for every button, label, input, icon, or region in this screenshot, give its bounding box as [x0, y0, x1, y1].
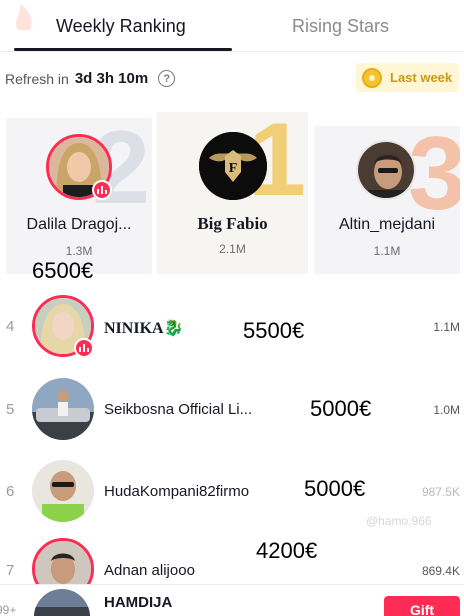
row-name: HAMDIJA [104, 594, 173, 611]
podium-first[interactable]: 1 F Big Fabio 2.1M [157, 112, 308, 274]
avatar-image [32, 460, 94, 522]
avatar-image [32, 378, 94, 440]
refresh-time: 3d 3h 10m [74, 70, 149, 87]
list-item[interactable]: 4 NINIKA🐉 1.1M [0, 288, 464, 366]
svg-text:F: F [229, 161, 238, 176]
avatar[interactable] [356, 140, 416, 200]
logo-crest-icon: F [199, 132, 267, 200]
podium-name: Dalila Dragoj... [26, 216, 132, 233]
row-score: 1.0M [433, 403, 460, 417]
live-icon [92, 180, 112, 200]
row-name: Seikbosna Official Li... [104, 401, 253, 418]
podium-second[interactable]: 2 Dalila Dragoj... 1.3M [6, 118, 152, 274]
tab-rising-stars[interactable]: Rising Stars [292, 16, 389, 37]
podium-name: Big Fabio [197, 214, 268, 233]
prize-overlay: 5000€ [310, 396, 372, 421]
tab-weekly-ranking[interactable]: Weekly Ranking [56, 16, 186, 37]
list-item[interactable]: 5 Seikbosna Official Li... 1.0M [0, 368, 464, 446]
flame-decoration-icon [16, 4, 32, 30]
row-score: 987.5K [421, 485, 460, 499]
watermark: @hamo.966 [366, 514, 432, 528]
avatar[interactable] [34, 589, 90, 616]
row-score: 1.1M [433, 320, 460, 334]
prize-overlay: 5500€ [243, 318, 305, 343]
row-name: HudaKompani82firmo [104, 483, 250, 500]
podium-name: Altin_mejdani [338, 216, 436, 233]
row-rank: 6 [6, 483, 15, 500]
row-name: Adnan alijooo [104, 562, 195, 579]
avatar[interactable] [32, 378, 94, 440]
podium-score: 1.1M [373, 244, 401, 258]
avatar[interactable] [32, 460, 94, 522]
prize-overlay: 4200€ [256, 538, 318, 563]
row-rank: 5 [6, 401, 15, 418]
podium-score: 2.1M [219, 242, 246, 256]
podium-third[interactable]: 3 Altin_mejdani 1.1M [314, 126, 460, 274]
prize-overlay: 5000€ [304, 476, 366, 501]
row-rank: 99+ [0, 603, 17, 616]
last-week-label: Last week [390, 70, 453, 85]
medal-icon [362, 67, 382, 88]
gift-button[interactable]: Gift [384, 596, 460, 616]
row-rank: 7 [6, 562, 15, 579]
podium-score: 1.3M [65, 244, 93, 258]
active-tab-indicator [14, 48, 232, 51]
live-icon [74, 338, 94, 358]
avatar-image [34, 589, 90, 616]
avatar[interactable]: F [199, 132, 267, 200]
help-icon[interactable]: ? [158, 70, 176, 87]
podium-rank-number: 3 [408, 126, 460, 232]
row-score: 869.4K [421, 564, 460, 578]
last-week-button[interactable]: Last week [356, 63, 459, 92]
row-name: NINIKA🐉 [104, 320, 184, 337]
ranking-tabs: Weekly Ranking Rising Stars [0, 0, 464, 52]
prize-overlay: 6500€ [32, 258, 94, 283]
refresh-countdown: Refresh in 3d 3h 10m ? [5, 70, 176, 87]
refresh-label: Refresh in [5, 70, 69, 87]
row-rank: 4 [6, 318, 15, 335]
